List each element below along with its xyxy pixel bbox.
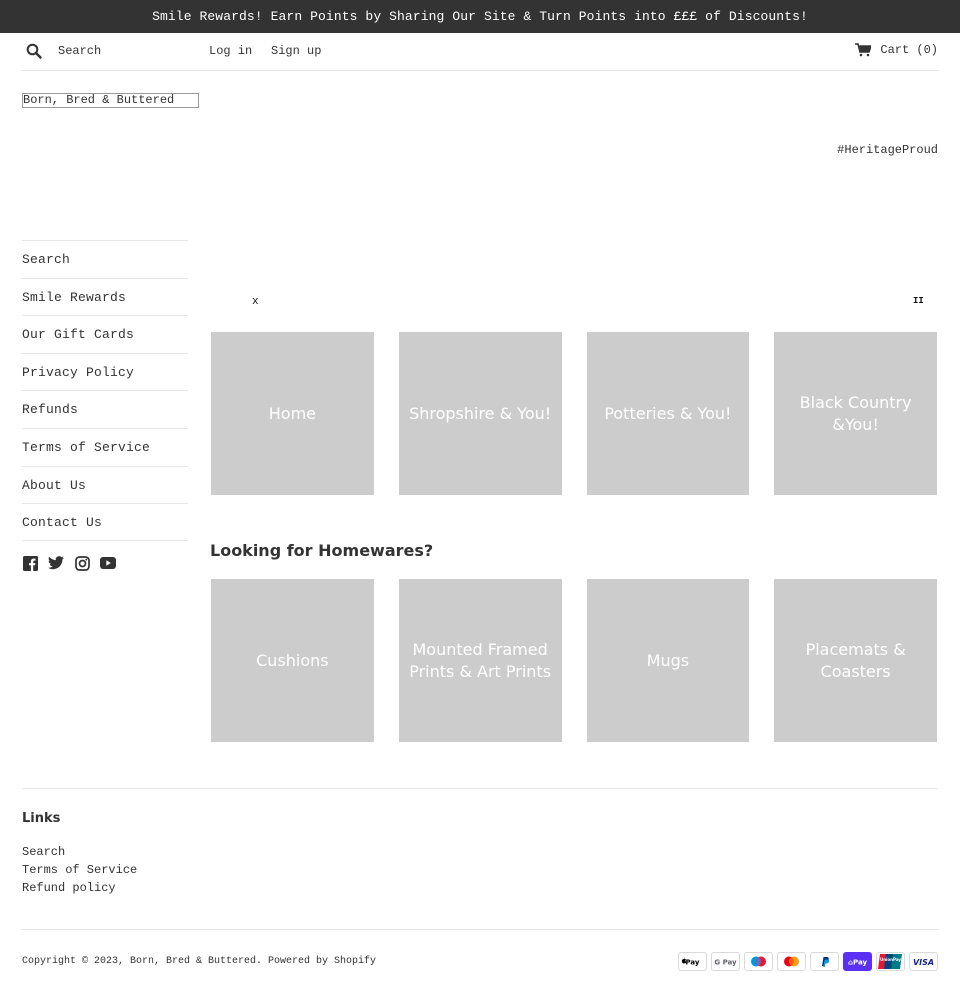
- instagram-icon[interactable]: [74, 555, 90, 571]
- sidebar-item-about-us[interactable]: About Us: [22, 465, 188, 504]
- apple-pay-icon: Pay: [678, 952, 707, 971]
- cart-label: Cart (0): [880, 43, 938, 57]
- collection-tile-cushions[interactable]: Cushions: [211, 579, 374, 742]
- footer-divider-top: [22, 788, 938, 789]
- youtube-icon[interactable]: [100, 555, 116, 571]
- collection-tile-prints[interactable]: Mounted Framed Prints & Art Prints: [398, 579, 562, 742]
- collection-tile-home[interactable]: Home: [211, 332, 374, 495]
- footer-link-search[interactable]: Search: [22, 843, 137, 861]
- footer-divider-bottom: [22, 929, 938, 930]
- collection-tile-potteries[interactable]: Potteries & You!: [586, 332, 750, 495]
- maestro-icon: [744, 952, 773, 971]
- footer-link-terms[interactable]: Terms of Service: [22, 861, 137, 879]
- social-links: [22, 555, 116, 571]
- collections-grid: Home Shropshire & You! Potteries & You! …: [211, 332, 937, 495]
- sidebar-item-contact-us[interactable]: Contact Us: [22, 503, 188, 541]
- facebook-icon[interactable]: [22, 555, 38, 571]
- sidebar-item-smile-rewards[interactable]: Smile Rewards: [22, 277, 188, 316]
- copyright-text: Copyright © 2023, Born, Bred & Buttered.…: [22, 956, 377, 967]
- footer-links: Search Terms of Service Refund policy: [22, 843, 137, 897]
- google-pay-icon: G Pay: [711, 952, 740, 971]
- sidebar-item-gift-cards[interactable]: Our Gift Cards: [22, 315, 188, 353]
- site-header: Log in Sign up Cart (0): [22, 33, 938, 71]
- visa-icon: VISA: [909, 952, 938, 971]
- svg-text:VISA: VISA: [913, 958, 934, 967]
- sidebar-item-privacy-policy[interactable]: Privacy Policy: [22, 352, 188, 391]
- slideshow-pause-icon[interactable]: II: [913, 296, 924, 306]
- payment-icons: Pay G Pay ⌂Pay UnionPay VISA: [678, 952, 938, 971]
- collection-tile-mugs[interactable]: Mugs: [586, 579, 750, 742]
- slideshow-close-icon[interactable]: x: [252, 296, 259, 308]
- shop-pay-icon: ⌂Pay: [843, 952, 872, 971]
- search-input[interactable]: [58, 42, 198, 60]
- announcement-text: Smile Rewards! Earn Points by Sharing Ou…: [152, 9, 808, 24]
- collection-tile-placemats[interactable]: Placemats & Coasters: [774, 579, 937, 742]
- sidebar-item-refunds[interactable]: Refunds: [22, 390, 188, 428]
- paypal-icon: [810, 952, 839, 971]
- sidebar-item-terms[interactable]: Terms of Service: [22, 427, 188, 466]
- svg-text:⌂Pay: ⌂Pay: [848, 959, 867, 967]
- tagline: #HeritageProud: [837, 143, 938, 157]
- homewares-grid: Cushions Mounted Framed Prints & Art Pri…: [211, 579, 937, 742]
- svg-text:UnionPay: UnionPay: [880, 957, 901, 962]
- search-icon[interactable]: [26, 43, 42, 59]
- sidebar-nav: Search Smile Rewards Our Gift Cards Priv…: [22, 240, 188, 541]
- svg-text:Pay: Pay: [685, 959, 699, 967]
- union-pay-icon: UnionPay: [876, 952, 905, 971]
- cart-link[interactable]: Cart (0): [855, 43, 938, 57]
- announcement-bar: Smile Rewards! Earn Points by Sharing Ou…: [0, 0, 960, 33]
- footer-link-refund-policy[interactable]: Refund policy: [22, 879, 137, 897]
- twitter-icon[interactable]: [48, 555, 64, 571]
- sidebar-item-search[interactable]: Search: [22, 240, 188, 278]
- footer-links-heading: Links: [22, 811, 61, 826]
- svg-text:G Pay: G Pay: [714, 959, 737, 967]
- collection-tile-black-country[interactable]: Black Country &You!: [774, 332, 937, 495]
- mastercard-icon: [777, 952, 806, 971]
- site-logo[interactable]: Born, Bred & Buttered: [22, 93, 199, 108]
- collection-tile-shropshire[interactable]: Shropshire & You!: [398, 332, 562, 495]
- signup-link[interactable]: Sign up: [271, 44, 321, 58]
- cart-icon: [855, 43, 873, 57]
- login-link[interactable]: Log in: [209, 44, 252, 58]
- homewares-heading: Looking for Homewares?: [210, 541, 434, 560]
